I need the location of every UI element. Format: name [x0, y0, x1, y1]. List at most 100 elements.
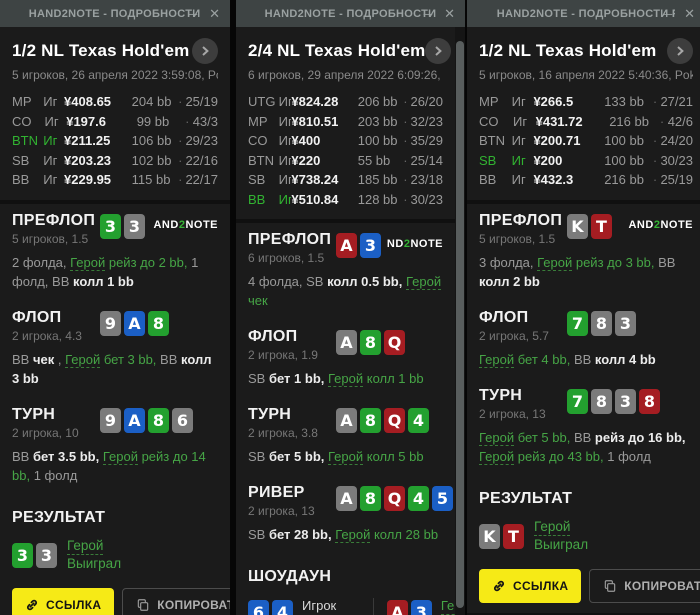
- player-stack: 102 bb: [131, 152, 172, 168]
- link-button[interactable]: ССЫЛКА: [479, 568, 582, 603]
- player-stack: 185 bb: [357, 172, 398, 188]
- player-row: BB Иг ¥229.95 115 bb · 22/17: [12, 170, 218, 190]
- players-table: MP Иг ¥266.5 133 bb · 27/21 CO Иг ¥431.7…: [479, 92, 693, 190]
- link-button[interactable]: ССЫЛКА: [12, 587, 115, 615]
- player-position: CO: [12, 113, 32, 129]
- hand2note-logo: AND2NOTE: [628, 219, 693, 231]
- player-role-link: Иг: [278, 152, 292, 168]
- street-section: ФЛОП 2 игрока, 1.9 A8Q SB бет 1 bb, Геро…: [236, 320, 455, 398]
- scrollbar-track: [455, 27, 465, 615]
- player-row: BTN Иг ¥211.25 106 bb · 29/23: [12, 131, 218, 151]
- street-section: ТУРН 2 игрока, 10 9A86 BB бет 3.5 bb, Ге…: [0, 397, 230, 495]
- card: 4: [272, 600, 293, 615]
- street-section: ТУРН 2 игрока, 13 7838 Герой бет 5 bb, B…: [467, 378, 700, 476]
- hero-link[interactable]: Герой: [70, 254, 106, 271]
- logo-text: ND: [386, 238, 404, 250]
- action-text: колл 28 bb: [370, 527, 439, 542]
- close-icon[interactable]: ✕: [209, 7, 220, 20]
- hero-link[interactable]: Герой: [335, 527, 371, 543]
- card: K: [479, 523, 500, 549]
- hero-link[interactable]: Герой: [479, 448, 515, 465]
- action-text: SB: [248, 449, 269, 464]
- player-stack: 203 bb: [357, 113, 398, 129]
- player-amount: ¥203.23: [64, 152, 112, 168]
- close-icon[interactable]: ✕: [684, 7, 695, 20]
- window-titlebar[interactable]: HAND2NOTE - ПОДРОБНОСТИ РАЗД ─ ✕: [467, 0, 700, 27]
- separator-dot: ·: [178, 133, 183, 149]
- player-row: UTG Иг ¥824.28 206 bb · 26/20: [248, 92, 443, 112]
- copy-button[interactable]: КОПИРОВАТЬ: [589, 568, 700, 603]
- player-role: Иг: [279, 114, 292, 129]
- logo-text: NOTE: [410, 238, 443, 250]
- card: 8: [148, 310, 169, 336]
- result-heading: РЕЗУЛЬТАТ: [479, 489, 573, 507]
- player-role: Иг: [279, 94, 292, 109]
- street-cards: A8Q: [336, 330, 405, 355]
- action-line: 3 фолда, Герой рейз до 3 bb, BB колл 2 b…: [479, 253, 693, 291]
- scrollbar-thumb[interactable]: [456, 41, 464, 608]
- game-title: 2/4 NL Texas Hold'em: [248, 41, 426, 60]
- link-button-label: ССЫЛКА: [46, 597, 102, 612]
- close-icon[interactable]: ✕: [444, 7, 455, 20]
- player-position: UTG: [248, 94, 276, 110]
- hand-details-window: HAND2NOTE - ПОДРОБНОСТИ РАЗД ─ ✕ 1/2 NL …: [467, 0, 700, 615]
- logo-text: NOTE: [185, 218, 218, 231]
- player-position: MP: [248, 113, 268, 129]
- card: 8: [360, 408, 381, 433]
- hero-link[interactable]: Герой: [67, 537, 104, 555]
- link-icon: [27, 599, 37, 610]
- player-position: BB: [12, 172, 30, 188]
- player-row: MP Иг ¥810.51 203 bb · 32/23: [248, 112, 443, 132]
- hero-link[interactable]: Герой: [479, 351, 515, 368]
- hero-link[interactable]: Герой: [102, 448, 138, 465]
- street-section: ТУРН 2 игрока, 3.8 A8Q4 SB бет 5 bb, Гер…: [236, 398, 455, 476]
- chevron-right-icon: [677, 46, 684, 56]
- street-name: ТУРН: [479, 386, 523, 404]
- player-role: Иг: [43, 133, 64, 149]
- hero-link[interactable]: Герой: [479, 429, 515, 446]
- next-hand-button[interactable]: [192, 38, 218, 64]
- separator-dot: ·: [652, 133, 658, 149]
- result-section: РЕЗУЛЬТАТ KT Герой Выиграл ССЫЛКА КОПИРО…: [467, 475, 700, 613]
- hero-link[interactable]: Герой: [405, 274, 442, 290]
- window-content: 1/2 NL Texas Hold'em 5 игроков, 16 апрел…: [467, 27, 700, 615]
- copy-button[interactable]: КОПИРОВАТЬ: [122, 587, 230, 615]
- minimize-icon[interactable]: ─: [424, 8, 433, 20]
- window-controls: ─ ✕: [664, 0, 695, 27]
- hero-link[interactable]: Герой: [537, 254, 573, 271]
- player-amount: ¥400: [291, 133, 321, 149]
- game-title: 1/2 NL Texas Hold'em: [12, 41, 190, 60]
- player-role-link: Иг: [43, 152, 58, 168]
- minimize-icon[interactable]: ─: [189, 8, 198, 20]
- window-titlebar[interactable]: HAND2NOTE - ПОДРОБНОСТИ РАЗД. ─ ✕: [236, 0, 465, 27]
- next-hand-button[interactable]: [667, 38, 693, 64]
- next-hand-button[interactable]: [425, 38, 452, 64]
- action-text: BB: [12, 448, 33, 464]
- hero-link[interactable]: Герой: [534, 518, 571, 536]
- card: 9: [100, 310, 121, 336]
- player-role-link[interactable]: Иг: [511, 152, 526, 168]
- hero-link[interactable]: Герой: [328, 371, 364, 387]
- action-text: бет 28 bb,: [268, 527, 332, 542]
- hero-link[interactable]: Герой: [65, 351, 101, 368]
- action-text: бет 1 bb,: [268, 371, 325, 386]
- player-stats: 22/17: [185, 172, 218, 188]
- player-role: Иг: [279, 172, 292, 187]
- street-info: 5 игроков, 1.5: [12, 231, 89, 246]
- player-amount: ¥408.65: [64, 94, 112, 110]
- actions-row: ССЫЛКА КОПИРОВАТЬ: [12, 587, 230, 615]
- player-stats: 26/20: [410, 94, 444, 110]
- hero-link[interactable]: Герой: [328, 449, 364, 465]
- player-role-link[interactable]: Иг: [43, 133, 58, 149]
- showdown-heading: ШОУДАУН: [248, 568, 332, 585]
- separator-dot: ·: [659, 113, 665, 129]
- player-position: CO: [248, 133, 268, 149]
- player-amount: ¥824.28: [291, 94, 339, 110]
- action-text: 2 фолда,: [12, 254, 71, 270]
- player-stack: 206 bb: [357, 94, 398, 110]
- minimize-icon[interactable]: ─: [664, 8, 673, 20]
- window-titlebar[interactable]: HAND2NOTE - ПОДРОБНОСТИ РАЗД. ─ ✕: [0, 0, 230, 27]
- action-text: BB: [12, 351, 33, 367]
- card: 8: [639, 388, 660, 414]
- player-role-link[interactable]: Иг: [278, 191, 292, 207]
